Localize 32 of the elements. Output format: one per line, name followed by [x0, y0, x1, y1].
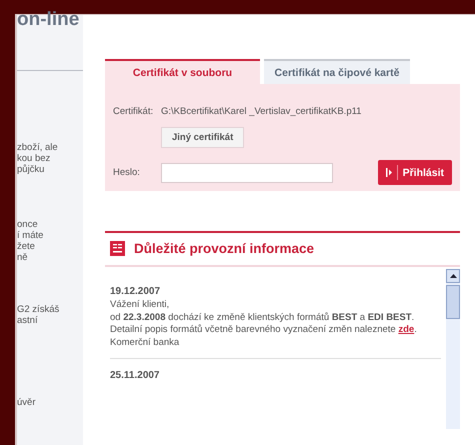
news-link[interactable]: zde	[398, 324, 414, 335]
sidebar-text: G2 získáš	[17, 304, 60, 315]
tab[interactable]: Certifikát na čipové kartě	[264, 59, 410, 84]
news-icon	[110, 241, 125, 256]
sidebar-text: kou bez	[17, 153, 50, 164]
scroll-thumb[interactable]	[446, 285, 460, 319]
login-icon	[386, 168, 392, 177]
news-text: od 22.3.2008 dochází ke změně klientských formátů BEST a EDI BEST. Detailní popis formátů včetně barevného vyznačení změn naleznete zde.	[110, 312, 418, 336]
news-date: 25.11.2007	[110, 370, 160, 381]
news-date: 19.12.2007	[110, 286, 162, 297]
login-button[interactable]: Přihlásit	[378, 160, 452, 185]
sidebar-text: once	[17, 219, 38, 230]
sidebar-text: žete	[17, 241, 35, 252]
sidebar-text: zboží, ale	[17, 142, 58, 153]
password-field[interactable]	[161, 162, 333, 182]
news-signature: Komerční banka	[110, 336, 180, 349]
certificate-path: G:\KBcertifikat\Karel _Vertislav_certifikatKB.p11	[161, 106, 362, 117]
scroll-up-button[interactable]	[446, 269, 460, 283]
up-arrow-icon	[450, 274, 456, 278]
change-certificate-button[interactable]: Jiný certifikát	[161, 127, 244, 148]
password-label: Heslo:	[113, 167, 141, 178]
sidebar-text: půjčku	[17, 164, 44, 175]
sidebar-text: í máte	[17, 230, 44, 241]
sidebar-text: astní	[17, 315, 38, 326]
section-title: Důležité provozní informace	[134, 241, 314, 256]
certificate-label: Certifikát:	[113, 106, 154, 117]
scrollbar[interactable]	[446, 269, 460, 429]
sidebar-text: ně	[17, 252, 28, 263]
page-title: on-line	[17, 11, 80, 29]
tab[interactable]: Certifikát v souboru	[105, 59, 260, 84]
news-greeting: Vážení klienti,	[110, 299, 170, 312]
sidebar-text: úvěr	[17, 397, 36, 408]
